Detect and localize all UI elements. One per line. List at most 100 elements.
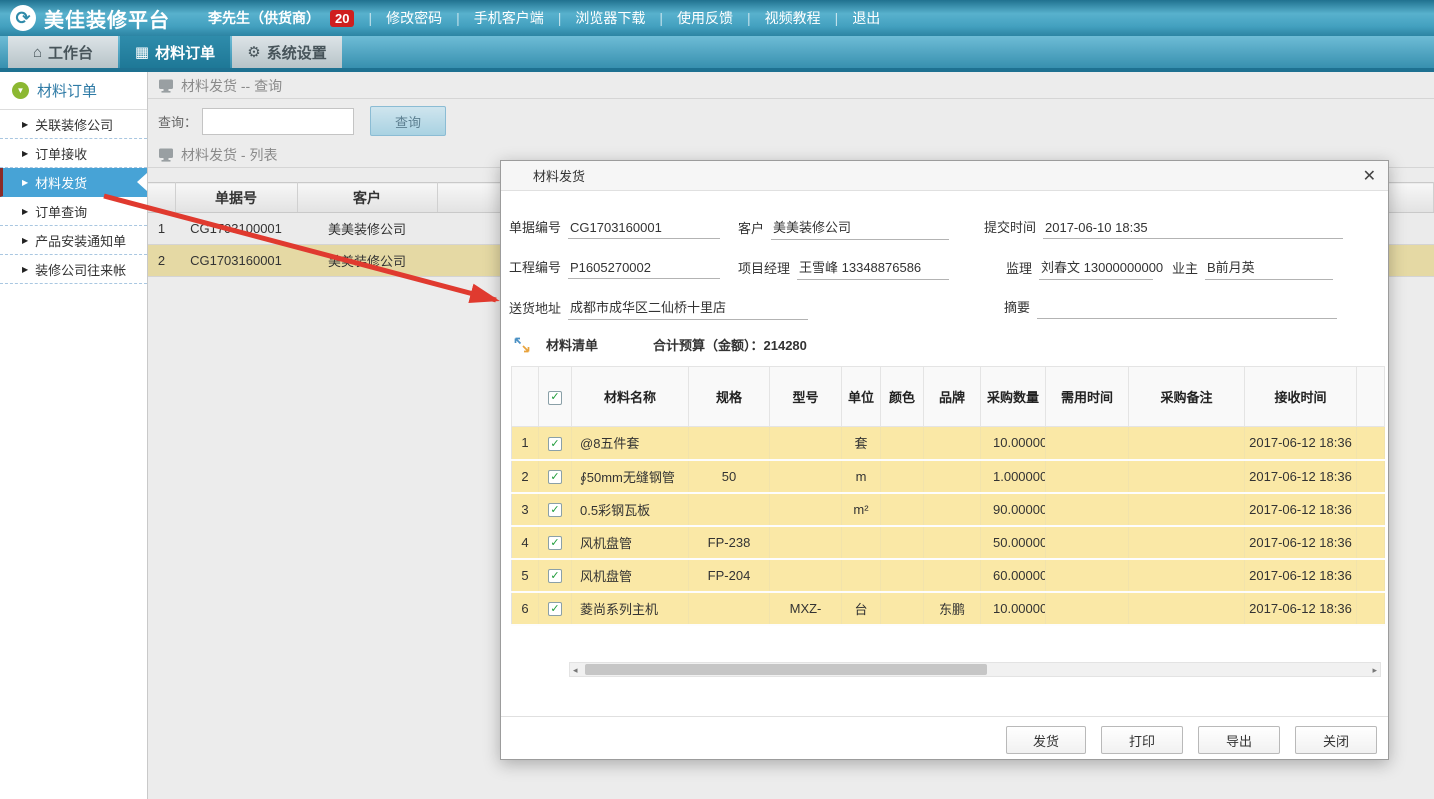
col-color[interactable]: 颜色 (881, 367, 924, 427)
row-checkbox[interactable]: ✓ (539, 493, 572, 526)
topmenu-mobile-client[interactable]: 手机客户端 (442, 8, 544, 28)
checkbox-checked-icon[interactable]: ✓ (548, 503, 562, 517)
sidebar-item-label: 订单接收 (35, 144, 87, 163)
col-spec[interactable]: 规格 (689, 367, 770, 427)
unit-cell: 台 (842, 592, 881, 625)
scrollbar-thumb[interactable] (585, 664, 987, 675)
horizontal-scrollbar[interactable]: ◂ ▸ (569, 662, 1381, 677)
checkbox-checked-icon[interactable]: ✓ (548, 470, 562, 484)
list-section-title: 材料发货 - 列表 (181, 145, 277, 165)
owner-value[interactable]: B前月英 (1205, 257, 1333, 280)
tab-system-settings[interactable]: ⚙ 系统设置 (232, 36, 342, 68)
col-need-time[interactable]: 需用时间 (1046, 367, 1129, 427)
material-row[interactable]: 5 ✓ 风机盘管 FP-204 60.00000 2017-06-12 18:3… (512, 559, 1385, 592)
col-unit[interactable]: 单位 (842, 367, 881, 427)
row-checkbox[interactable]: ✓ (539, 526, 572, 559)
sidebar-item-material-shipping[interactable]: ▶ 材料发货 (0, 168, 147, 197)
customer-value[interactable]: 美美装修公司 (771, 217, 949, 240)
extra-cell (1357, 592, 1385, 625)
close-icon[interactable]: ✕ (1363, 166, 1376, 186)
field-project-manager: 项目经理 王雪峰 13348876586 (738, 257, 949, 280)
topmenu-logout[interactable]: 退出 (821, 8, 881, 28)
material-row[interactable]: 1 ✓ @8五件套 套 10.00000 2017-06-12 18:36 (512, 427, 1385, 460)
dialog-title: 材料发货 (533, 166, 585, 185)
spec-cell: FP-238 (689, 526, 770, 559)
sidebar-item-order-receive[interactable]: ▶ 订单接收 (0, 139, 147, 168)
query-section-header: 材料发货 -- 查询 (148, 74, 1434, 99)
material-row[interactable]: 6 ✓ 菱尚系列主机 MXZ- 台 东鹏 10.00000 2017-06-12… (512, 592, 1385, 625)
checkbox-checked-icon[interactable]: ✓ (548, 437, 562, 451)
material-row[interactable]: 4 ✓ 风机盘管 FP-238 50.00000 2017-06-12 18:3… (512, 526, 1385, 559)
print-button[interactable]: 打印 (1101, 726, 1183, 754)
recv-time-cell: 2017-06-12 18:36 (1245, 592, 1357, 625)
home-icon: ⌂ (33, 44, 42, 61)
row-number: 4 (512, 526, 539, 559)
submit-time-value[interactable]: 2017-06-10 18:35 (1043, 220, 1343, 239)
brand-cell (924, 460, 981, 493)
select-all-header[interactable]: ✓ (539, 367, 572, 427)
doc-no-value[interactable]: CG1703160001 (568, 220, 720, 239)
material-row[interactable]: 2 ✓ ∮50mm无缝钢管 50 m 1.000000 2017-06-12 1… (512, 460, 1385, 493)
material-table: ✓ 材料名称 规格 型号 单位 颜色 品牌 采购数量 需用时间 采购备注 接收时… (511, 366, 1385, 626)
col-model[interactable]: 型号 (770, 367, 842, 427)
row-checkbox[interactable]: ✓ (539, 460, 572, 493)
chevron-down-icon: ▼ (12, 82, 29, 99)
sidebar-item-related-companies[interactable]: ▶ 关联装修公司 (0, 110, 147, 139)
summary-value[interactable] (1037, 300, 1337, 319)
sidebar-group-header[interactable]: ▼ 材料订单 (0, 72, 147, 110)
qty-cell: 1.000000 (981, 460, 1046, 493)
col-recv-time[interactable]: 接收时间 (1245, 367, 1357, 427)
row-checkbox[interactable]: ✓ (539, 427, 572, 460)
user-name[interactable]: 李先生（供货商） (208, 8, 320, 28)
sidebar-item-install-notice[interactable]: ▶ 产品安装通知单 (0, 226, 147, 255)
qty-cell: 60.00000 (981, 559, 1046, 592)
field-label: 提交时间 (984, 217, 1036, 239)
sidebar-item-order-query[interactable]: ▶ 订单查询 (0, 197, 147, 226)
tab-material-orders[interactable]: ▦ 材料订单 (120, 36, 230, 68)
color-cell (881, 427, 924, 460)
col-material-name[interactable]: 材料名称 (572, 367, 689, 427)
supervisor-value[interactable]: 刘春文 13000000000 (1039, 257, 1153, 280)
query-input[interactable] (202, 108, 354, 135)
tab-label: 材料订单 (155, 42, 215, 63)
material-row[interactable]: 3 ✓ 0.5彩钢瓦板 m² 90.00000 2017-06-12 18:36 (512, 493, 1385, 526)
close-button[interactable]: 关闭 (1295, 726, 1377, 754)
scroll-left-icon[interactable]: ◂ (573, 664, 578, 676)
checkbox-checked-icon[interactable]: ✓ (548, 536, 562, 550)
project-manager-value[interactable]: 王雪峰 13348876586 (797, 257, 949, 280)
project-no-value[interactable]: P1605270002 (568, 260, 720, 279)
checkbox-checked-icon[interactable]: ✓ (548, 391, 562, 405)
unit-cell (842, 559, 881, 592)
qty-cell: 10.00000 (981, 427, 1046, 460)
topmenu-feedback[interactable]: 使用反馈 (645, 8, 733, 28)
checkbox-checked-icon[interactable]: ✓ (548, 602, 562, 616)
export-button[interactable]: 导出 (1198, 726, 1280, 754)
extra-cell (1357, 526, 1385, 559)
need-time-cell (1046, 460, 1129, 493)
row-number: 5 (512, 559, 539, 592)
col-qty[interactable]: 采购数量 (981, 367, 1046, 427)
sidebar-item-company-accounts[interactable]: ▶ 装修公司往来帐 (0, 255, 147, 284)
expand-icon[interactable] (514, 337, 530, 353)
delivery-address-value[interactable]: 成都市成华区二仙桥十里店 (568, 297, 808, 320)
tab-workbench[interactable]: ⌂ 工作台 (8, 36, 118, 68)
row-checkbox[interactable]: ✓ (539, 592, 572, 625)
spec-cell (689, 493, 770, 526)
row-checkbox[interactable]: ✓ (539, 559, 572, 592)
col-doc-no[interactable]: 单据号 (175, 183, 297, 213)
field-summary: 摘要 (1004, 297, 1337, 319)
topmenu-video-tutorial[interactable]: 视频教程 (733, 8, 821, 28)
col-customer[interactable]: 客户 (297, 183, 437, 213)
col-remark[interactable]: 采购备注 (1129, 367, 1245, 427)
ship-button[interactable]: 发货 (1006, 726, 1086, 754)
remark-cell (1129, 460, 1245, 493)
topmenu-browser-download[interactable]: 浏览器下载 (544, 8, 646, 28)
col-brand[interactable]: 品牌 (924, 367, 981, 427)
scroll-right-icon[interactable]: ▸ (1372, 664, 1377, 676)
topmenu-change-password[interactable]: 修改密码 (354, 8, 442, 28)
query-button[interactable]: 查询 (370, 106, 446, 136)
triangle-icon: ▶ (22, 265, 28, 274)
notification-badge[interactable]: 20 (330, 10, 354, 27)
color-cell (881, 526, 924, 559)
checkbox-checked-icon[interactable]: ✓ (548, 569, 562, 583)
